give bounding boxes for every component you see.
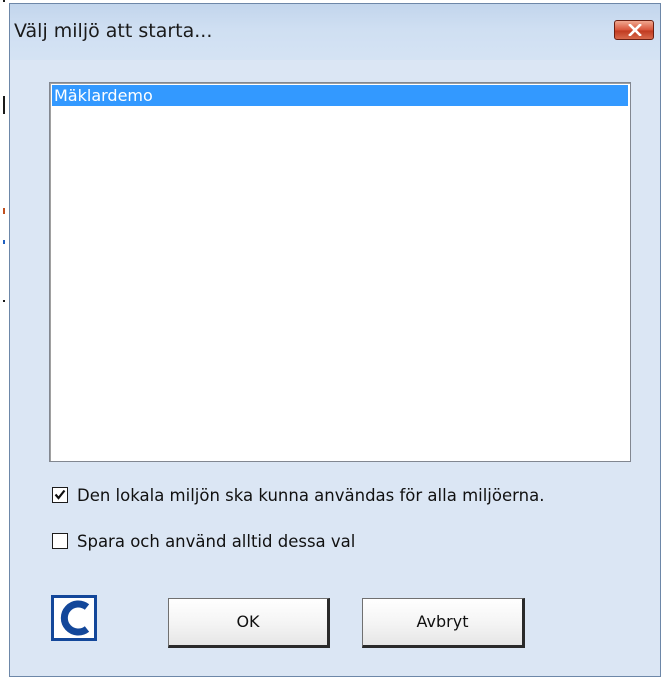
local-environment-checkbox[interactable] (52, 487, 68, 503)
checkmark-icon (54, 489, 66, 500)
background-edge-mark (3, 0, 5, 2)
save-choices-checkbox[interactable] (52, 533, 68, 549)
ok-button[interactable]: OK (168, 598, 330, 648)
c-logo-icon (60, 600, 90, 636)
environment-list[interactable]: Mäklardemo (49, 82, 631, 462)
option-save-choices[interactable]: Spara och använd alltid dessa val (52, 530, 355, 552)
option-local-environment[interactable]: Den lokala miljön ska kunna användas för… (52, 484, 544, 506)
dialog-content: Mäklardemo Den lokala miljön ska kunna a… (10, 60, 660, 676)
title-bar[interactable]: Välj miljö att starta... (10, 4, 660, 60)
background-edge-mark (3, 96, 5, 114)
environment-picker-dialog: Välj miljö att starta... Mäklardemo Den … (9, 3, 661, 677)
app-logo (51, 595, 97, 641)
background-edge-mark (3, 300, 5, 302)
background-edge-mark (3, 240, 5, 244)
cancel-button[interactable]: Avbryt (362, 598, 525, 648)
list-item-maklardemo[interactable]: Mäklardemo (52, 85, 628, 106)
window-title: Välj miljö att starta... (14, 20, 213, 42)
local-environment-label: Den lokala miljön ska kunna användas för… (77, 485, 545, 505)
close-icon (628, 24, 642, 36)
close-button[interactable] (614, 20, 654, 40)
save-choices-label: Spara och använd alltid dessa val (77, 531, 356, 551)
background-edge-mark (3, 208, 5, 214)
